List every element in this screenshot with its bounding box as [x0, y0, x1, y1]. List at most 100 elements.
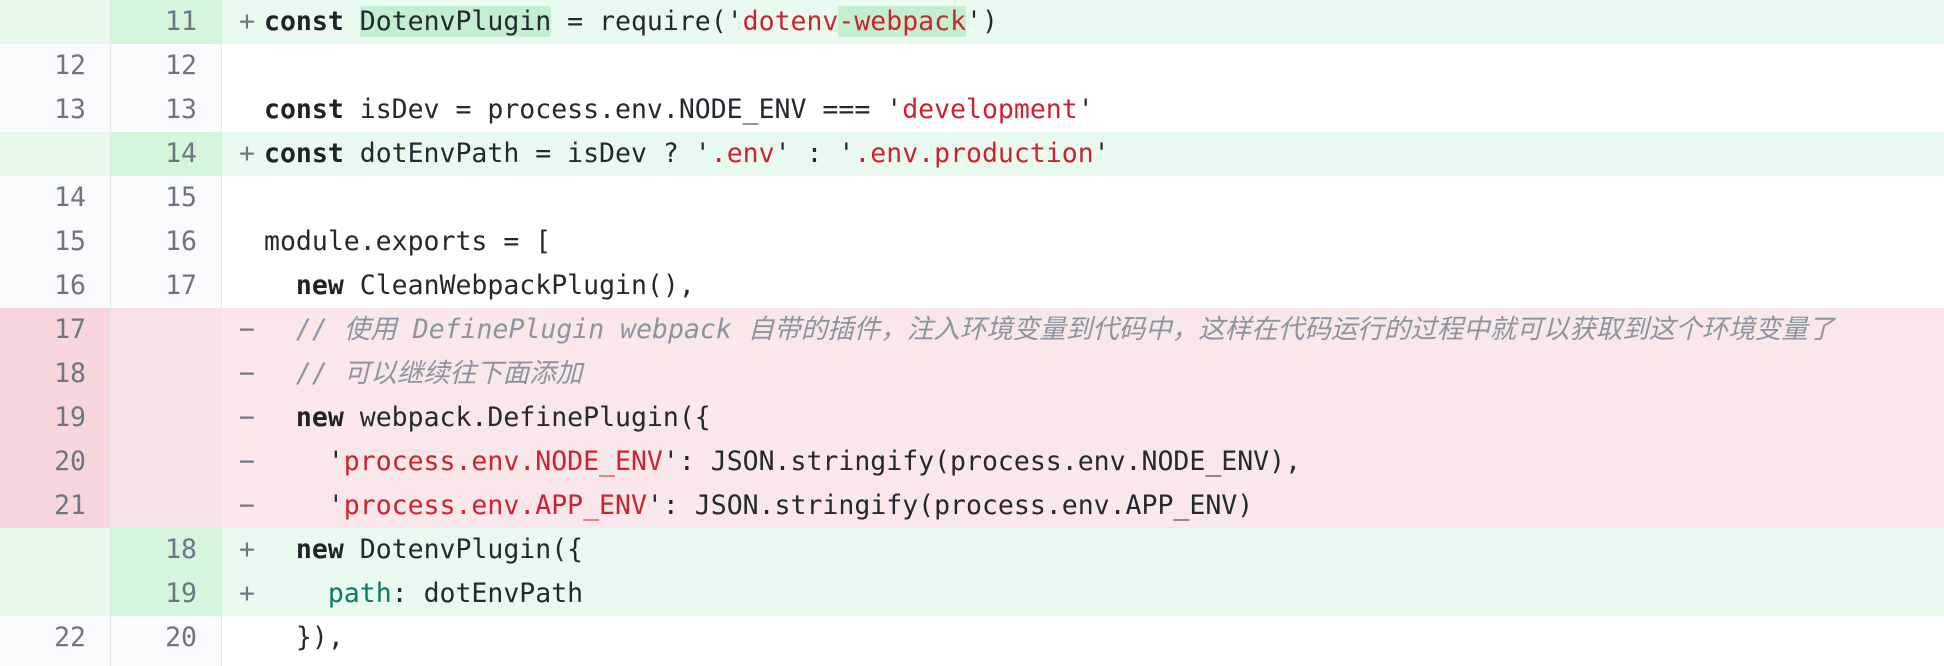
- context-marker: [222, 616, 264, 666]
- new-line-number[interactable]: 19: [111, 572, 222, 616]
- old-line-number[interactable]: 17: [0, 308, 111, 352]
- old-line-number[interactable]: 13: [0, 88, 111, 132]
- new-line-number[interactable]: 14: [111, 132, 222, 176]
- diff-line-ctx: 15 16 module.exports = [: [0, 220, 1944, 264]
- new-line-number[interactable]: [111, 396, 222, 440]
- new-line-number[interactable]: 20: [111, 616, 222, 666]
- new-line-number[interactable]: [111, 308, 222, 352]
- code-token: ' : ': [774, 138, 855, 169]
- code-content: const isDev = process.env.NODE_ENV === '…: [264, 88, 1944, 132]
- deletion-marker: −: [222, 440, 264, 484]
- code-token: ': [1077, 94, 1094, 125]
- code-content: [264, 44, 1944, 88]
- code-token: isDev = process.env.NODE_ENV === ': [343, 94, 903, 125]
- diff-line-del: 17 − // 使用 DefinePlugin webpack 自带的插件，注入环…: [0, 308, 1944, 352]
- deletion-marker: −: [222, 352, 264, 396]
- diff-line-ctx: 13 13 const isDev = process.env.NODE_ENV =…: [0, 88, 1944, 132]
- new-line-number[interactable]: 11: [111, 0, 222, 44]
- new-line-number[interactable]: 13: [111, 88, 222, 132]
- context-marker: [222, 88, 264, 132]
- code-token: CleanWebpackPlugin(),: [343, 270, 695, 301]
- code-content: module.exports = [: [264, 220, 1944, 264]
- old-line-number[interactable]: 21: [0, 484, 111, 528]
- code-token: new: [295, 534, 344, 565]
- code-content: new CleanWebpackPlugin(),: [264, 264, 1944, 308]
- diff-line-del: 18 − // 可以继续往下面添加: [0, 352, 1944, 396]
- code-token: // 可以继续往下面添加: [295, 358, 583, 389]
- code-token: '): [966, 6, 998, 37]
- diff-line-del: 20 − 'process.env.NODE_ENV': JSON.stringi…: [0, 440, 1944, 484]
- deletion-marker: −: [222, 308, 264, 352]
- old-line-number[interactable]: 14: [0, 176, 111, 220]
- code-token: new: [295, 402, 344, 433]
- code-content: new DotenvPlugin({: [264, 528, 1944, 572]
- code-token: .env: [710, 138, 775, 169]
- code-token: const: [264, 138, 344, 169]
- code-token: development: [902, 94, 1078, 125]
- code-token: -webpack: [838, 6, 967, 37]
- code-content: const dotEnvPath = isDev ? '.env' : '.en…: [264, 132, 1944, 176]
- code-token: ': JSON.stringify(process.env.NODE_ENV),: [662, 446, 1302, 477]
- code-content: // 使用 DefinePlugin webpack 自带的插件，注入环境变量到…: [264, 308, 1944, 352]
- diff-line-del: 19 − new webpack.DefinePlugin({: [0, 396, 1944, 440]
- context-marker: [222, 44, 264, 88]
- old-line-number[interactable]: [0, 528, 111, 572]
- diff-line-ctx: 22 20 }),: [0, 616, 1944, 666]
- old-line-number[interactable]: 22: [0, 616, 111, 666]
- new-line-number[interactable]: 18: [111, 528, 222, 572]
- old-line-number[interactable]: [0, 572, 111, 616]
- code-token: DotenvPlugin({: [343, 534, 584, 565]
- code-token: }),: [264, 622, 344, 653]
- code-token: process.env.NODE_ENV: [343, 446, 663, 477]
- code-content: [264, 176, 1944, 220]
- context-marker: [222, 220, 264, 264]
- addition-marker: +: [222, 528, 264, 572]
- old-line-number[interactable]: 12: [0, 44, 111, 88]
- old-line-number[interactable]: 19: [0, 396, 111, 440]
- old-line-number[interactable]: [0, 0, 111, 44]
- code-token: ': [264, 446, 344, 477]
- new-line-number[interactable]: 16: [111, 220, 222, 264]
- new-line-number[interactable]: 15: [111, 176, 222, 220]
- new-line-number[interactable]: [111, 352, 222, 396]
- diff-view: 11 + const DotenvPlugin = require('dotenv-…: [0, 0, 1944, 666]
- addition-marker: +: [222, 572, 264, 616]
- old-line-number[interactable]: 18: [0, 352, 111, 396]
- new-line-number[interactable]: 12: [111, 44, 222, 88]
- addition-marker: +: [222, 0, 264, 44]
- new-line-number[interactable]: 17: [111, 264, 222, 308]
- context-marker: [222, 264, 264, 308]
- diff-line-del: 21 − 'process.env.APP_ENV': JSON.stringif…: [0, 484, 1944, 528]
- deletion-marker: −: [222, 484, 264, 528]
- diff-line-ctx: 16 17 new CleanWebpackPlugin(),: [0, 264, 1944, 308]
- code-token: .env.production: [854, 138, 1094, 169]
- code-token: = require(': [551, 6, 743, 37]
- deletion-marker: −: [222, 396, 264, 440]
- code-token: dotEnvPath = isDev ? ': [343, 138, 711, 169]
- code-token: module.exports = [: [264, 226, 552, 257]
- old-line-number[interactable]: 20: [0, 440, 111, 484]
- old-line-number[interactable]: 15: [0, 220, 111, 264]
- old-line-number[interactable]: 16: [0, 264, 111, 308]
- diff-line-add: 19 + path: dotEnvPath: [0, 572, 1944, 616]
- old-line-number[interactable]: [0, 132, 111, 176]
- code-content: path: dotEnvPath: [264, 572, 1944, 616]
- code-token: ': [1093, 138, 1110, 169]
- code-content: // 可以继续往下面添加: [264, 352, 1944, 396]
- code-token: process.env.APP_ENV: [343, 490, 647, 521]
- diff-line-ctx: 12 12: [0, 44, 1944, 88]
- code-token: const: [264, 6, 344, 37]
- code-content: new webpack.DefinePlugin({: [264, 396, 1944, 440]
- code-token: dotenv: [742, 6, 839, 37]
- code-token: ': [264, 490, 344, 521]
- new-line-number[interactable]: [111, 440, 222, 484]
- new-line-number[interactable]: [111, 484, 222, 528]
- code-token: // 使用 DefinePlugin webpack 自带的插件，注入环境变量到…: [295, 314, 1835, 345]
